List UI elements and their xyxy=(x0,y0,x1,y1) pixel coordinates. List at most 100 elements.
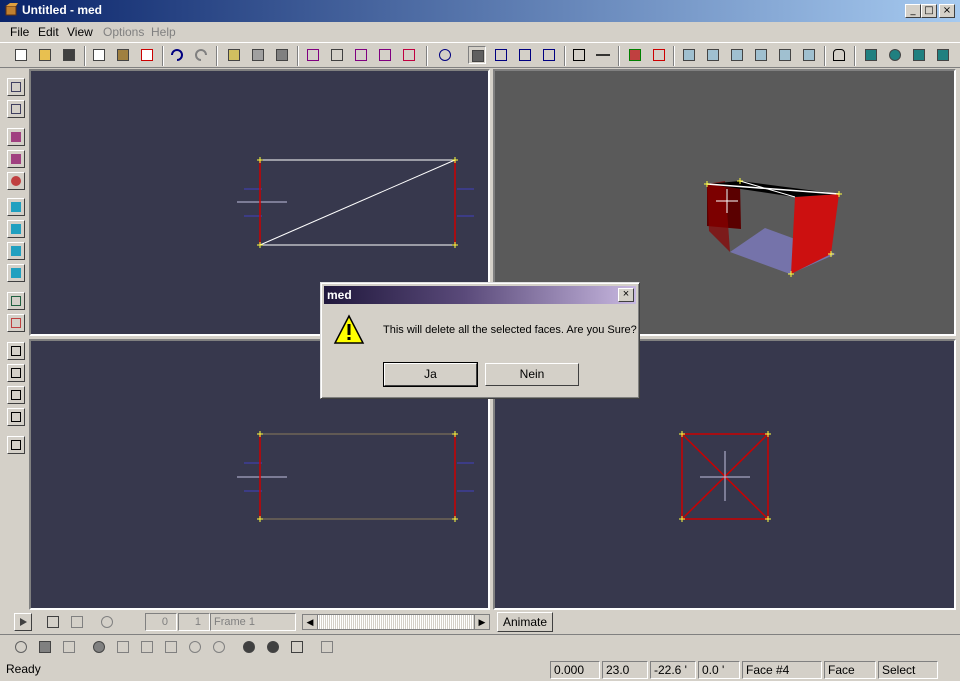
layout-two-icon[interactable] xyxy=(7,364,25,382)
menu-help[interactable]: Help xyxy=(151,25,176,39)
flip-icon[interactable] xyxy=(570,46,588,64)
group-icon[interactable] xyxy=(7,292,25,310)
status-tool: Select xyxy=(878,661,938,679)
status-value-1: 0.000 xyxy=(550,661,600,679)
open-folder-icon[interactable] xyxy=(36,46,54,64)
frame-scrollbar[interactable]: ◀ ▶ xyxy=(302,614,490,630)
window-title: Untitled - med xyxy=(22,3,102,17)
scale-axis-icon[interactable] xyxy=(540,46,558,64)
layout-three-icon[interactable] xyxy=(7,386,25,404)
menu-view[interactable]: View xyxy=(67,25,93,39)
rotate-view-icon[interactable] xyxy=(436,46,454,64)
create-cube-icon[interactable] xyxy=(862,46,880,64)
dialog-message: This will delete all the selected faces.… xyxy=(383,324,637,336)
scroll-left-button[interactable]: ◀ xyxy=(303,615,318,629)
layout-single-icon[interactable] xyxy=(7,342,25,360)
select-face-icon[interactable] xyxy=(249,46,267,64)
unlink-icon[interactable] xyxy=(162,638,180,656)
merge-icon[interactable] xyxy=(704,46,722,64)
create-plane-icon[interactable] xyxy=(934,46,952,64)
ungroup-icon[interactable] xyxy=(7,314,25,332)
select-object-icon[interactable] xyxy=(273,46,291,64)
redo-icon[interactable] xyxy=(192,46,210,64)
subdivide-icon[interactable] xyxy=(752,46,770,64)
undo-icon[interactable] xyxy=(168,46,186,64)
camera-icon[interactable] xyxy=(36,638,54,656)
play-icon[interactable] xyxy=(14,613,32,631)
left-toolbar xyxy=(0,70,30,610)
end-frame-field[interactable]: 1 xyxy=(178,613,210,631)
dialog-title-bar: med × xyxy=(324,286,636,304)
light-icon[interactable] xyxy=(60,638,78,656)
measure-icon[interactable] xyxy=(288,638,306,656)
vertex-mode-icon[interactable] xyxy=(7,172,25,190)
no-button[interactable]: Nein xyxy=(485,363,579,386)
weight-icon[interactable] xyxy=(264,638,282,656)
yes-button[interactable]: Ja xyxy=(383,362,478,387)
view-front-icon[interactable] xyxy=(7,78,25,96)
status-ready: Ready xyxy=(6,662,41,676)
bottom-toolbar xyxy=(0,634,960,658)
bones-icon[interactable] xyxy=(90,638,108,656)
detach-icon[interactable] xyxy=(210,638,228,656)
snap-icon[interactable] xyxy=(728,46,746,64)
save-icon[interactable] xyxy=(60,46,78,64)
delete-icon[interactable] xyxy=(138,46,156,64)
scroll-right-button[interactable]: ▶ xyxy=(474,615,489,629)
menu-file[interactable]: File xyxy=(10,25,29,39)
create-sphere-icon[interactable] xyxy=(886,46,904,64)
magnet-icon[interactable] xyxy=(830,46,848,64)
keyframe-icon[interactable] xyxy=(68,613,86,631)
add-vertex-icon[interactable] xyxy=(626,46,644,64)
bend-icon[interactable] xyxy=(7,264,25,282)
frames-icon[interactable] xyxy=(44,613,62,631)
link-icon[interactable] xyxy=(138,638,156,656)
face-mode-icon[interactable] xyxy=(7,150,25,168)
add-face-icon[interactable] xyxy=(650,46,668,64)
weld-icon[interactable] xyxy=(680,46,698,64)
anim-pivot-icon[interactable] xyxy=(98,613,116,631)
status-mode: Face xyxy=(824,661,876,679)
attach-icon[interactable] xyxy=(186,638,204,656)
animation-bar: 0 1 Frame 1 ◀ ▶ Animate xyxy=(0,610,960,634)
select-mode-icon[interactable] xyxy=(7,128,25,146)
skin-icon[interactable] xyxy=(240,638,258,656)
confirm-dialog: med × This will delete all the selected … xyxy=(320,282,640,399)
select-all-icon[interactable] xyxy=(304,46,322,64)
properties-icon[interactable] xyxy=(318,638,336,656)
animate-button[interactable]: Animate xyxy=(497,612,553,632)
select-touching-icon[interactable] xyxy=(400,46,418,64)
start-frame-field[interactable]: 0 xyxy=(145,613,177,631)
main-toolbar xyxy=(0,42,960,68)
select-vertex-icon[interactable] xyxy=(225,46,243,64)
status-value-3: -22.6 ' xyxy=(650,661,696,679)
menu-edit[interactable]: Edit xyxy=(38,25,59,39)
view-side-icon[interactable] xyxy=(7,100,25,118)
extrude-icon[interactable] xyxy=(776,46,794,64)
layout-grid-icon[interactable] xyxy=(7,436,25,454)
taper-icon[interactable] xyxy=(7,242,25,260)
cut-icon[interactable] xyxy=(7,198,25,216)
frame-name-field[interactable]: Frame 1 xyxy=(210,613,296,631)
maximize-button[interactable]: □ xyxy=(921,4,937,18)
turn-edge-icon[interactable] xyxy=(800,46,818,64)
new-file-icon[interactable] xyxy=(12,46,30,64)
mirror-icon[interactable] xyxy=(594,46,612,64)
select-none-icon[interactable] xyxy=(328,46,346,64)
create-cylinder-icon[interactable] xyxy=(910,46,928,64)
scale-tool-icon[interactable] xyxy=(516,46,534,64)
target-icon[interactable] xyxy=(12,638,30,656)
move-tool-icon[interactable] xyxy=(468,46,486,64)
menu-options[interactable]: Options xyxy=(103,25,144,39)
layout-four-icon[interactable] xyxy=(7,408,25,426)
paste-icon[interactable] xyxy=(114,46,132,64)
close-window-button[interactable]: × xyxy=(939,4,955,18)
copy-icon[interactable] xyxy=(90,46,108,64)
select-connected-icon[interactable] xyxy=(376,46,394,64)
dialog-close-button[interactable]: × xyxy=(618,288,634,302)
rotate-tool-icon[interactable] xyxy=(492,46,510,64)
select-invert-icon[interactable] xyxy=(352,46,370,64)
minimize-button[interactable]: _ xyxy=(905,4,921,18)
stretch-icon[interactable] xyxy=(7,220,25,238)
joint-icon[interactable] xyxy=(114,638,132,656)
